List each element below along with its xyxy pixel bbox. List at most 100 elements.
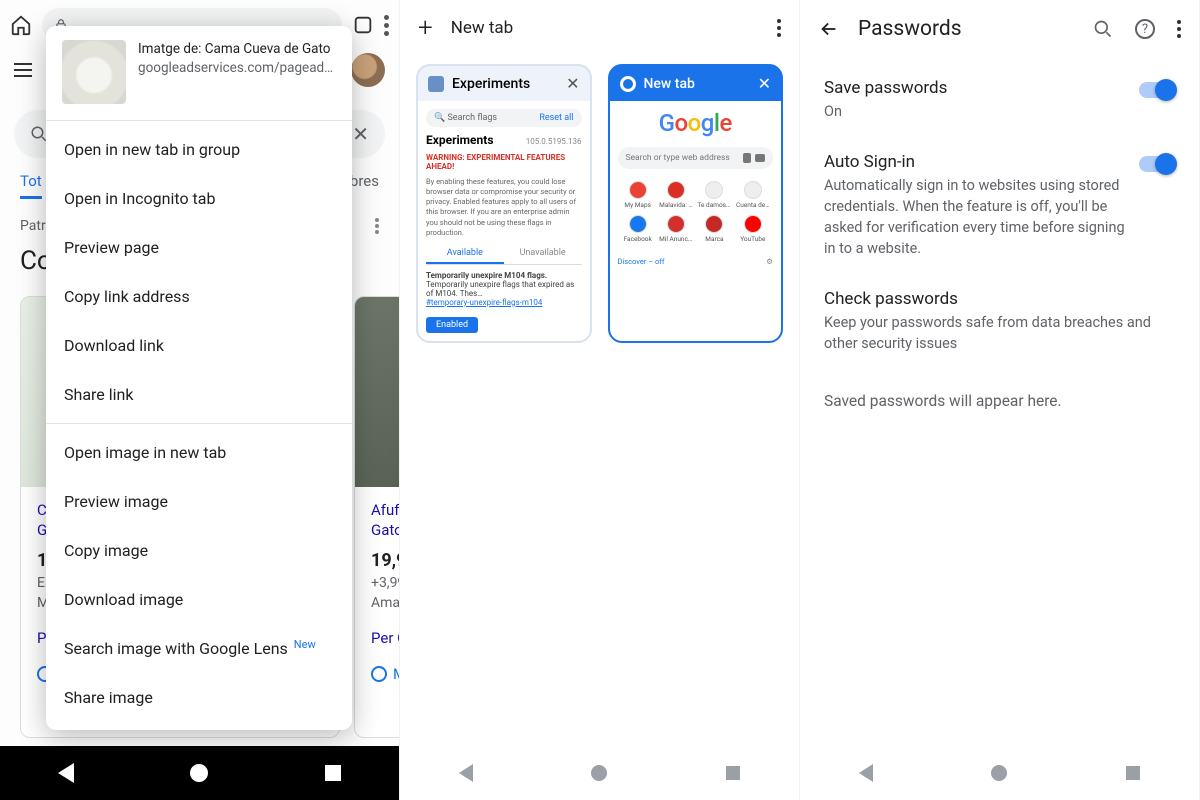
product-shipping: +3,99 € enviament (371, 575, 399, 591)
screenshot-context-menu: ✕ Tot Llibres Patrocinat Compra Cama Cue… (0, 0, 400, 800)
divider (46, 120, 352, 121)
google-logo: Google (659, 109, 732, 137)
product-title: Afufu CamaGato Cueva (371, 501, 399, 540)
context-menu-header: Imatge de: Cama Cueva de Gato googleadse… (46, 26, 352, 116)
context-thumbnail (62, 40, 126, 104)
tab-header: Experiments ✕ (418, 66, 590, 101)
divider (46, 423, 352, 424)
nav-back-icon[interactable] (459, 764, 473, 782)
tab-title: New tab (644, 76, 750, 92)
tab-card-newtab[interactable]: New tab ✕ Google Search or type web addr… (608, 64, 784, 343)
account-avatar[interactable] (351, 53, 385, 87)
overflow-menu-icon[interactable] (777, 19, 781, 37)
clear-search-icon[interactable]: ✕ (352, 122, 369, 146)
row-check-passwords[interactable]: Check passwords Keep your passwords safe… (804, 275, 1195, 370)
ctx-open-new-tab-group[interactable]: Open in new tab in group (46, 125, 352, 174)
row-auto-signin[interactable]: Auto Sign-in Automatically sign in to we… (804, 138, 1195, 275)
toggle-save-passwords[interactable] (1139, 82, 1175, 98)
ctx-download-link[interactable]: Download link (46, 321, 352, 370)
experiments-warning: WARNING: EXPERIMENTAL FEATURES AHEAD! (426, 153, 582, 171)
ctx-preview-page[interactable]: Preview page (46, 223, 352, 272)
close-tab-icon[interactable]: ✕ (566, 74, 579, 93)
home-icon[interactable] (10, 14, 32, 36)
lens-icon (755, 154, 765, 162)
flags-tabs: Available Unavailable (426, 244, 582, 265)
search-icon[interactable] (1093, 19, 1113, 39)
android-nav-bar (800, 746, 1199, 800)
nav-home-icon[interactable] (991, 765, 1007, 781)
tab-preview: Google Search or type web address My Map… (610, 101, 782, 341)
chrome-icon (620, 76, 636, 92)
overflow-menu-icon[interactable] (384, 15, 389, 36)
empty-state-text: Saved passwords will appear here. (804, 370, 1195, 432)
most-visited-grid: My Maps Malavida: D… Te damos l… Cuenta … (618, 179, 774, 245)
nav-recents-icon[interactable] (726, 766, 740, 780)
tab-card-experiments[interactable]: Experiments ✕ 🔍 Search flags Reset all E… (416, 64, 592, 343)
ctx-download-image[interactable]: Download image (46, 575, 352, 624)
ctx-search-lens[interactable]: Search image with Google LensNew (46, 624, 352, 673)
flags-search: 🔍 Search flags Reset all (426, 109, 582, 127)
product-source-link[interactable]: Per Google (371, 629, 399, 647)
image-context-menu: Imatge de: Cama Cueva de Gato googleadse… (46, 26, 352, 730)
close-tab-icon[interactable]: ✕ (758, 74, 771, 93)
context-image-label: Imatge de: Cama Cueva de Gato (138, 40, 336, 59)
row-sub: On (824, 101, 1125, 122)
nav-back-icon[interactable] (859, 764, 873, 782)
settings-list: Save passwords On Auto Sign-in Automatic… (800, 64, 1199, 746)
new-badge: New (294, 638, 316, 651)
product-image (355, 297, 399, 487)
new-tab-icon[interactable]: + (418, 15, 433, 41)
ctx-share-image[interactable]: Share image (46, 673, 352, 722)
discover-row: Discover – off⚙ (618, 255, 774, 266)
search-icon: 🔍 (434, 113, 445, 123)
tab-grid: Experiments ✕ 🔍 Search flags Reset all E… (416, 64, 783, 343)
filter-all[interactable]: Tot (20, 172, 42, 199)
context-source-url: googleadservices.com/pagead/a… (138, 59, 336, 78)
nav-home-icon[interactable] (591, 765, 607, 781)
nav-recents-icon[interactable] (1126, 766, 1140, 780)
chrome-version: 105.0.5195.136 (526, 137, 582, 146)
row-sub: Automatically sign in to websites using … (824, 175, 1125, 259)
settings-toolbar: Passwords ? (800, 0, 1199, 58)
product-store: Amazon.es (371, 595, 399, 611)
overflow-menu-icon[interactable] (1177, 20, 1181, 38)
android-nav-bar (0, 746, 399, 800)
ctx-open-incognito[interactable]: Open in Incognito tab (46, 174, 352, 223)
screenshot-passwords-settings: Passwords ? Save passwords On Auto Sign-… (800, 0, 1200, 800)
nav-recents-icon[interactable] (325, 765, 341, 781)
shortcut: Cuenta de… (735, 181, 771, 209)
row-sub: Keep your passwords safe from data breac… (824, 312, 1175, 354)
sponsored-menu-icon[interactable] (375, 218, 379, 234)
omnibox: Search or type web address (618, 147, 774, 169)
tabs-icon[interactable] (352, 14, 374, 36)
nav-back-icon[interactable] (58, 763, 74, 783)
flag-enabled-button: Enabled (426, 317, 478, 333)
reset-all-link: Reset all (539, 113, 573, 123)
product-card[interactable]: Afufu CamaGato Cueva 19,99 € +3,99 € env… (354, 296, 399, 738)
ctx-preview-image[interactable]: Preview image (46, 477, 352, 526)
nav-home-icon[interactable] (190, 764, 208, 782)
flags-tab-unavailable: Unavailable (504, 244, 582, 264)
tab-switcher-toolbar: + New tab (400, 0, 799, 56)
more-data-button[interactable]: Més dades (371, 665, 399, 683)
gear-icon: ⚙ (766, 257, 773, 266)
tab-title: Experiments (452, 76, 558, 92)
hamburger-icon[interactable] (14, 63, 32, 77)
back-icon[interactable] (818, 18, 840, 40)
help-icon[interactable]: ? (1135, 19, 1155, 39)
ctx-open-image[interactable]: Open image in new tab (46, 428, 352, 477)
new-tab-label[interactable]: New tab (451, 18, 514, 38)
ctx-copy-link[interactable]: Copy link address (46, 272, 352, 321)
ctx-share-link[interactable]: Share link (46, 370, 352, 419)
product-price: 19,99 € (371, 550, 399, 571)
row-label: Save passwords (824, 78, 1125, 98)
row-save-passwords[interactable]: Save passwords On (804, 64, 1195, 138)
row-label: Check passwords (824, 289, 1175, 309)
tab-header: New tab ✕ (610, 66, 782, 101)
shortcut: Te damos l… (696, 181, 732, 209)
ctx-copy-image[interactable]: Copy image (46, 526, 352, 575)
shortcut: Facebook (620, 215, 656, 243)
toggle-auto-signin[interactable] (1139, 156, 1175, 172)
shortcut: Malavida: D… (658, 181, 694, 209)
experiments-blurb: By enabling these features, you could lo… (426, 177, 582, 238)
